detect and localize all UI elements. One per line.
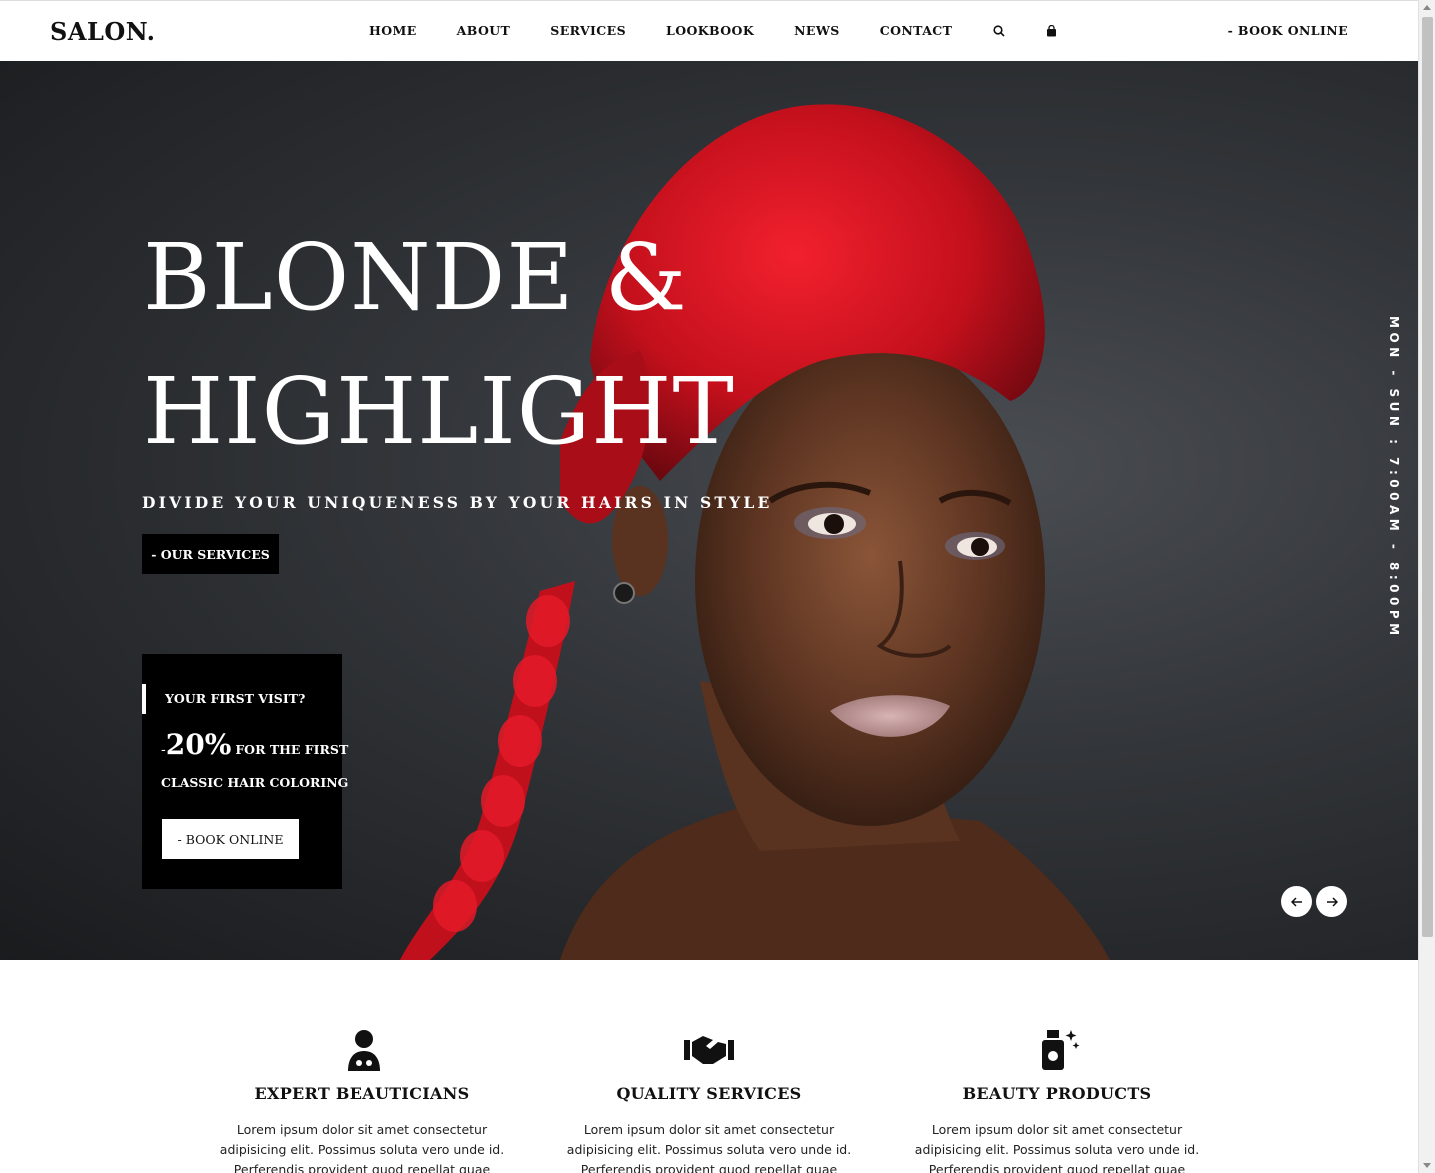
handshake-icon (684, 1036, 734, 1064)
main-nav: HOME ABOUT SERVICES LOOKBOOK NEWS CONTAC… (369, 23, 1096, 38)
promo-book-online-button[interactable]: - BOOK ONLINE (162, 819, 299, 859)
nav-news[interactable]: NEWS (794, 23, 840, 38)
features-section: EXPERT BEAUTICIANS Lorem ipsum dolor sit… (0, 960, 1418, 1173)
site-header: SALON. HOME ABOUT SERVICES LOOKBOOK NEWS… (0, 0, 1418, 61)
promo-accent-bar (142, 684, 146, 714)
book-online-link[interactable]: - BOOK ONLINE (1228, 23, 1348, 38)
first-visit-promo: YOUR FIRST VISIT? - 20% FOR THE FIRST CL… (142, 654, 348, 889)
scrollbar-thumb[interactable] (1422, 17, 1433, 937)
shopping-bag-icon[interactable] (1044, 24, 1058, 38)
feature-title: EXPERT BEAUTICIANS (254, 1084, 470, 1103)
page-scrollbar[interactable] (1418, 0, 1435, 1173)
hero-subtitle: DIVIDE YOUR UNIQUENESS BY YOUR HAIRS IN … (142, 493, 773, 512)
search-icon[interactable] (992, 24, 1006, 38)
site-logo[interactable]: SALON. (50, 17, 156, 46)
arrow-left-icon (1290, 896, 1302, 907)
arrow-right-icon (1326, 896, 1338, 907)
scroll-up-icon[interactable] (1423, 5, 1431, 10)
hero-slider: BLONDE & HIGHLIGHT DIVIDE YOUR UNIQUENES… (0, 61, 1418, 960)
scroll-down-icon[interactable] (1423, 1163, 1431, 1168)
feature-title: QUALITY SERVICES (616, 1084, 802, 1103)
promo-for-the-first: FOR THE FIRST (235, 742, 349, 757)
slider-prev-button[interactable] (1281, 886, 1312, 917)
nav-contact[interactable]: CONTACT (880, 23, 953, 38)
opening-hours: MON - SUN : 7:00AM - 8:00PM (1387, 316, 1401, 640)
feature-text: Lorem ipsum dolor sit amet consectetur a… (914, 1122, 1200, 1173)
beautician-icon (348, 1030, 380, 1071)
promo-heading: YOUR FIRST VISIT? (165, 691, 306, 706)
hero-title-line-2: HIGHLIGHT (143, 358, 735, 465)
promo-discount-line: - 20% FOR THE FIRST (161, 728, 348, 761)
nav-home[interactable]: HOME (369, 23, 417, 38)
nav-lookbook[interactable]: LOOKBOOK (666, 23, 754, 38)
hero-title: BLONDE & HIGHLIGHT (143, 211, 735, 479)
promo-percent: 20% (165, 728, 232, 761)
hero-title-line-1: BLONDE & (143, 224, 688, 331)
nav-services[interactable]: SERVICES (550, 23, 626, 38)
promo-classic-coloring: CLASSIC HAIR COLORING (161, 775, 349, 790)
feature-text: Lorem ipsum dolor sit amet consectetur a… (219, 1122, 505, 1173)
nav-about[interactable]: ABOUT (457, 23, 511, 38)
slider-next-button[interactable] (1316, 886, 1347, 917)
feature-title: BEAUTY PRODUCTS (962, 1084, 1152, 1103)
feature-text: Lorem ipsum dolor sit amet consectetur a… (566, 1122, 852, 1173)
beauty-product-icon (1042, 1030, 1080, 1070)
our-services-button[interactable]: - OUR SERVICES (142, 534, 279, 574)
